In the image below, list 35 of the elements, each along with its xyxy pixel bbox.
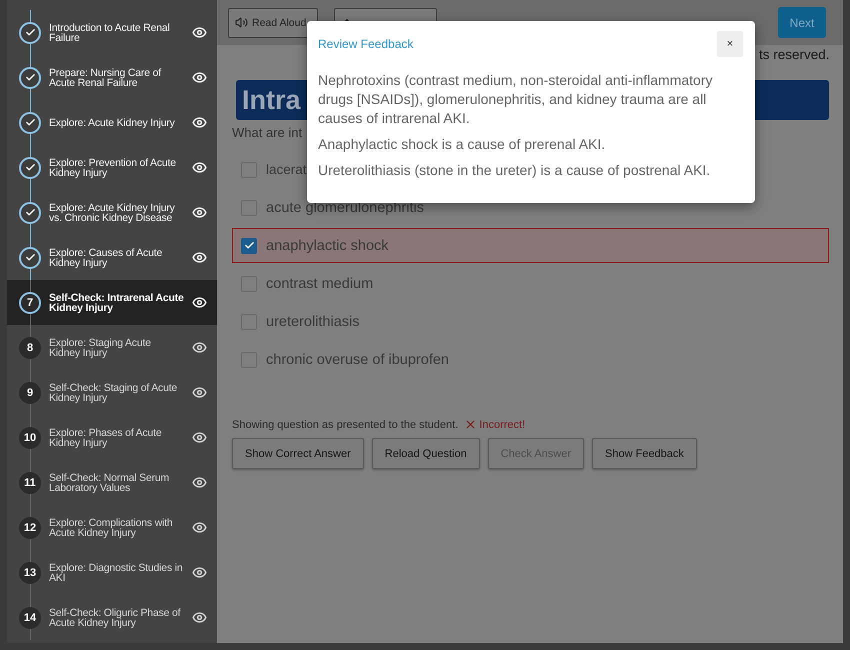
lesson-title: Explore: Acute Kidney Injury vs. Chronic Kidney Disease	[49, 202, 176, 222]
lesson-title: Self-Check: Intrarenal Acute Kidney Injury	[49, 292, 184, 312]
option-label: ureterolithiasis	[266, 314, 360, 330]
option-label: anaphylactic shock	[266, 238, 389, 254]
option-label: contrast medium	[266, 276, 374, 292]
step-number: 14	[19, 606, 41, 628]
lesson-title: Self-Check: Normal Serum Laboratory Values	[49, 472, 170, 492]
copyright-text: ts reserved.	[759, 46, 830, 62]
step-number: 11	[19, 472, 41, 494]
lesson-title: Explore: Phases of Acute Kidney Injury	[49, 428, 163, 448]
step-number: 13	[19, 562, 41, 584]
lesson-title: Explore: Complications with Acute Kidney Injury	[49, 518, 174, 538]
step-number: 9	[19, 382, 41, 404]
lesson-title: Explore: Prevention of Acute Kidney Injury	[49, 158, 177, 178]
result-text: Incorrect!	[464, 418, 526, 431]
step-number: 7	[19, 292, 41, 314]
option-label: acute glomerulonephritis	[266, 200, 424, 216]
step-number: 10	[19, 426, 41, 448]
dialog-title: Review Feedback	[318, 37, 414, 51]
lesson-title: Explore: Causes of Acute Kidney Injury	[49, 248, 164, 268]
feedback-text: Anaphylactic shock is a cause of prerenal AKI.	[318, 135, 606, 154]
lesson-title: Self-Check: Staging of Acute Kidney Injury	[49, 382, 178, 402]
lesson-title: Explore: Staging Acute Kidney Injury	[49, 338, 152, 358]
step-number: 8	[19, 336, 41, 358]
feedback-text: Ureterolithiasis (stone in the ureter) is a cause of postrenal AKI.	[318, 161, 712, 180]
option-label: lacerat	[266, 162, 307, 177]
lesson-title: Introduction to Acute Renal Failure	[49, 22, 171, 42]
step-number: 12	[19, 516, 41, 538]
lesson-title: Explore: Acute Kidney Injury	[49, 118, 176, 128]
status-text: Showing question as presented to the student.	[232, 418, 458, 430]
lesson-title: Self-Check: Oliguric Phase of Acute Kidney Injury	[49, 608, 182, 628]
question-text: What are int	[232, 125, 304, 140]
lesson-title: Prepare: Nursing Care of Acute Renal Failure	[49, 68, 162, 88]
lesson-title: Explore: Diagnostic Studies in AKI	[49, 562, 184, 582]
option-label: chronic overuse of ibuprofen	[266, 352, 449, 368]
